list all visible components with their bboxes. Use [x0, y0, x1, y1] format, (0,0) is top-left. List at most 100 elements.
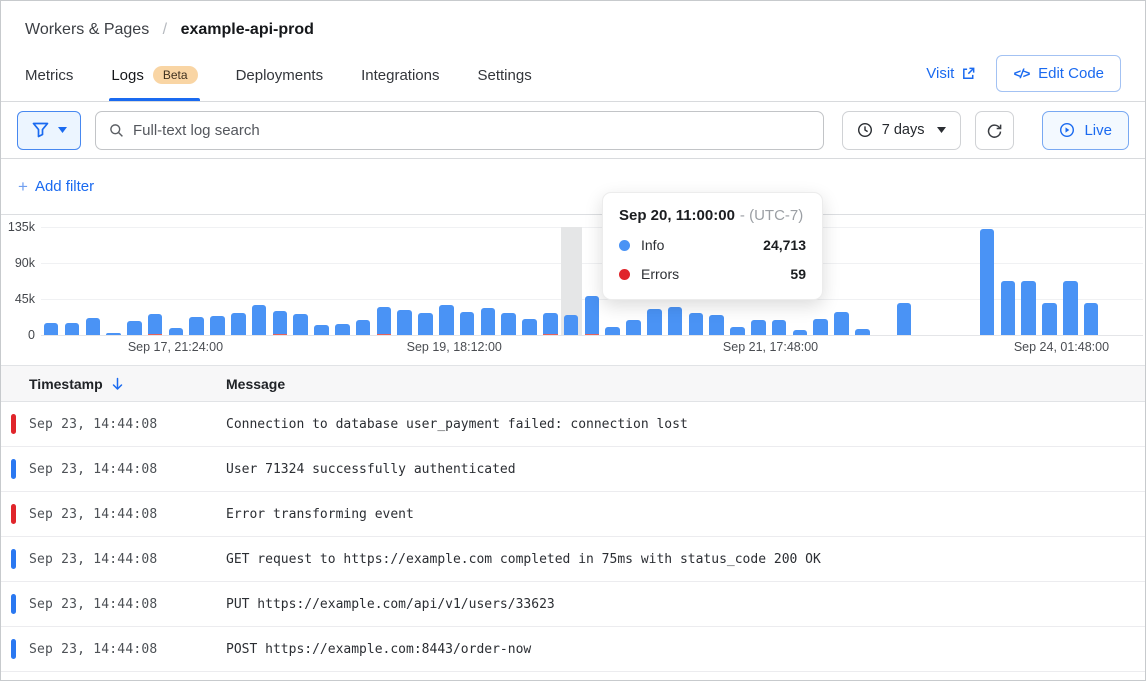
workers-pages-logs-page: { "colors": { "accent": "#1a6af0", "bar_…: [0, 0, 1146, 681]
bar-slot[interactable]: [1018, 227, 1039, 335]
bar-slot[interactable]: [519, 227, 540, 335]
bar-info-segment: [210, 316, 225, 335]
bar-slot[interactable]: [873, 227, 894, 335]
log-table-header: Timestamp Message: [1, 365, 1145, 402]
header-actions: Visit </> Edit Code: [926, 55, 1121, 101]
tab-integrations[interactable]: Integrations: [361, 60, 439, 101]
bar-info-segment: [1084, 303, 1099, 335]
bar-info-segment: [377, 307, 392, 334]
bar-errors-segment: [585, 334, 600, 336]
log-row[interactable]: Sep 23, 14:44:08GET request to https://e…: [1, 537, 1145, 582]
info-dot-icon: [619, 240, 630, 251]
bar-slot[interactable]: [311, 227, 332, 335]
bar-slot[interactable]: [187, 227, 208, 335]
log-message: Connection to database user_payment fail…: [226, 417, 1145, 432]
bar-slot[interactable]: [1060, 227, 1081, 335]
bar-info-segment: [127, 321, 142, 335]
bar-slot[interactable]: [332, 227, 353, 335]
log-row[interactable]: Sep 23, 14:44:08Error transforming event: [1, 492, 1145, 537]
tab-settings[interactable]: Settings: [478, 60, 532, 101]
bar-slot[interactable]: [228, 227, 249, 335]
tooltip-series-label: Info: [641, 237, 664, 253]
log-row[interactable]: Sep 23, 14:44:08POST https://example.com…: [1, 627, 1145, 672]
info-severity-indicator: [11, 549, 16, 569]
y-axis-label: 45k: [1, 292, 35, 306]
bar-slot[interactable]: [83, 227, 104, 335]
bar-slot[interactable]: [207, 227, 228, 335]
bar-errors-segment: [148, 334, 163, 336]
info-severity-indicator: [11, 459, 16, 479]
bar-slot[interactable]: [436, 227, 457, 335]
bar-slot[interactable]: [1081, 227, 1102, 335]
time-range-dropdown[interactable]: 7 days: [842, 111, 962, 150]
bar-info-segment: [148, 314, 163, 334]
bar-slot[interactable]: [561, 227, 582, 335]
visit-link[interactable]: Visit: [926, 65, 976, 82]
bar-info-segment: [751, 320, 766, 335]
bar-slot[interactable]: [540, 227, 561, 335]
bar-info-segment: [585, 296, 600, 334]
bar-slot[interactable]: [124, 227, 145, 335]
chart-plot-area[interactable]: [41, 227, 1143, 335]
bar-slot[interactable]: [478, 227, 499, 335]
bar-info-segment: [356, 320, 371, 335]
bar-info-segment: [335, 324, 350, 335]
bar-info-segment: [1021, 281, 1036, 335]
bar-slot[interactable]: [852, 227, 873, 335]
search-input[interactable]: [133, 122, 810, 139]
bar-info-segment: [564, 315, 579, 335]
bar-slot[interactable]: [103, 227, 124, 335]
refresh-button[interactable]: [975, 111, 1014, 150]
error-severity-indicator: [11, 504, 16, 524]
bar-slot[interactable]: [270, 227, 291, 335]
bar-slot[interactable]: [41, 227, 62, 335]
log-row[interactable]: Sep 23, 14:44:08User 71324 successfully …: [1, 447, 1145, 492]
bar-slot[interactable]: [831, 227, 852, 335]
bar-slot[interactable]: [998, 227, 1019, 335]
timestamp-column-header[interactable]: Timestamp: [1, 376, 226, 392]
bar-slot[interactable]: [977, 227, 998, 335]
y-axis-label: 90k: [1, 256, 35, 270]
bar-slot[interactable]: [415, 227, 436, 335]
log-row[interactable]: Sep 23, 14:44:08Connection to database u…: [1, 402, 1145, 447]
bar-slot[interactable]: [395, 227, 416, 335]
chart-x-axis: Sep 17, 21:24:00Sep 19, 18:12:00Sep 21, …: [41, 340, 1143, 358]
bar-info-segment: [543, 313, 558, 333]
bar-slot[interactable]: [353, 227, 374, 335]
bar-info-segment: [834, 312, 849, 335]
bar-info-segment: [439, 305, 454, 335]
filter-dropdown-button[interactable]: [17, 111, 81, 150]
live-button[interactable]: Live: [1042, 111, 1129, 150]
bar-slot[interactable]: [499, 227, 520, 335]
add-filter-button[interactable]: + Add filter: [18, 177, 94, 197]
bar-slot[interactable]: [894, 227, 915, 335]
bar-slot[interactable]: [249, 227, 270, 335]
bar-slot[interactable]: [374, 227, 395, 335]
bar-slot[interactable]: [1039, 227, 1060, 335]
bar-slot[interactable]: [935, 227, 956, 335]
tab-label: Deployments: [236, 67, 324, 84]
play-circle-icon: [1059, 122, 1075, 138]
bar-slot[interactable]: [166, 227, 187, 335]
bar-slot[interactable]: [582, 227, 603, 335]
tab-logs[interactable]: LogsBeta: [111, 60, 197, 101]
bar-slot[interactable]: [914, 227, 935, 335]
bar-slot[interactable]: [145, 227, 166, 335]
bar-slot[interactable]: [457, 227, 478, 335]
live-label: Live: [1084, 122, 1112, 139]
edit-code-button[interactable]: </> Edit Code: [996, 55, 1121, 92]
tab-deployments[interactable]: Deployments: [236, 60, 324, 101]
bar-slot[interactable]: [291, 227, 312, 335]
bars: [41, 227, 1143, 335]
bar-slot[interactable]: [1122, 227, 1143, 335]
log-row[interactable]: Sep 23, 14:44:08PUT https://example.com/…: [1, 582, 1145, 627]
breadcrumb-section[interactable]: Workers & Pages: [25, 21, 149, 38]
sort-descending-icon[interactable]: [111, 377, 124, 391]
message-column-header[interactable]: Message: [226, 376, 1145, 392]
bar-info-segment: [65, 323, 80, 335]
tab-metrics[interactable]: Metrics: [25, 60, 73, 101]
bar-slot[interactable]: [62, 227, 83, 335]
bar-slot[interactable]: [956, 227, 977, 335]
bar-info-segment: [481, 308, 496, 335]
bar-slot[interactable]: [1102, 227, 1123, 335]
